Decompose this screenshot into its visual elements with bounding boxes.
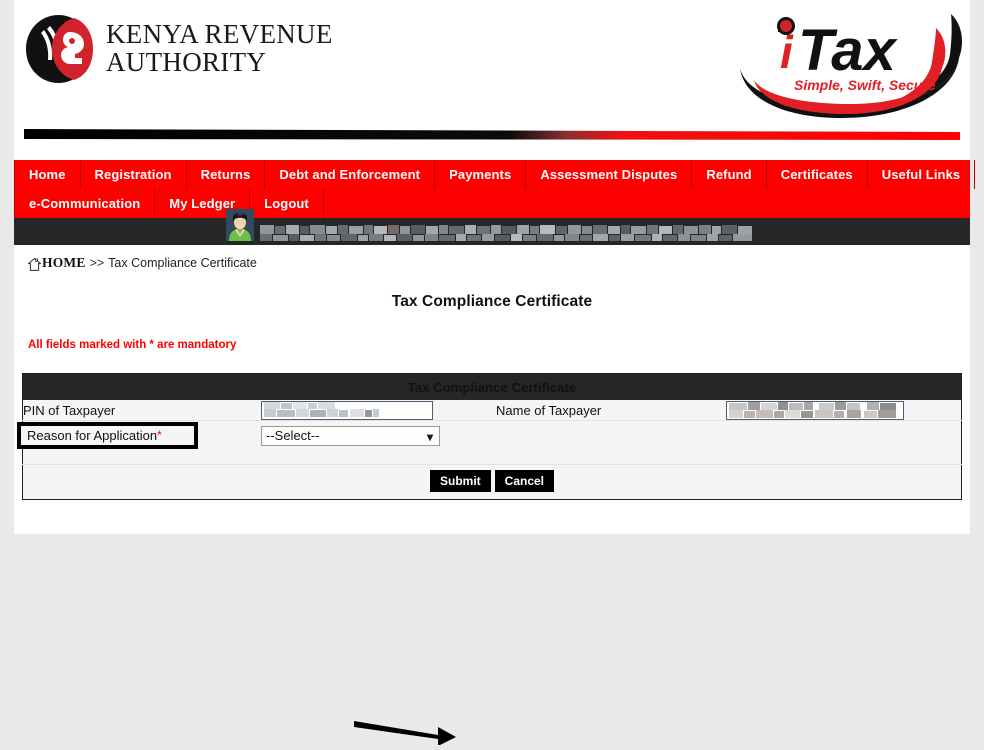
name-of-taxpayer-label: Name of Taxpayer [496,400,726,421]
nav-row-primary: Home Registration Returns Debt and Enfor… [14,160,976,189]
form-actions-cell: Submit Cancel [22,464,962,500]
svg-text:Simple, Swift, Secure: Simple, Swift, Secure [794,77,936,93]
user-avatar-icon [226,209,254,241]
nav-item-refund[interactable]: Refund [692,160,767,189]
tcc-form-table: Tax Compliance Certificate PIN of Taxpay… [17,373,962,500]
cancel-button[interactable]: Cancel [494,470,555,492]
nav-label: e-Communication [29,196,141,211]
nav-item-returns[interactable]: Returns [187,160,266,189]
nav-label: Returns [200,167,251,182]
reason-row-spacer-left [496,421,726,451]
nav-item-debt-and-enforcement[interactable]: Debt and Enforcement [265,160,436,189]
nav-item-e-communication[interactable]: e-Communication [14,189,156,218]
mandatory-fields-note: All fields marked with * are mandatory [28,339,237,351]
nav-item-useful-links[interactable]: Useful Links [868,160,976,189]
main-content: HOME >> Tax Compliance Certificate Tax C… [14,245,970,746]
site-header: KENYA REVENUE AUTHORITY i Tax Simple, Sw… [14,0,970,160]
nav-label: Home [29,167,66,182]
nav-item-assessment-disputes[interactable]: Assessment Disputes [526,160,693,189]
submit-button[interactable]: Submit [429,470,491,492]
nav-item-logout[interactable]: Logout [250,189,324,218]
nav-label: Registration [94,167,172,182]
breadcrumb-home-link[interactable]: HOME [42,255,86,271]
breadcrumb: HOME >> Tax Compliance Certificate [14,245,970,271]
nav-label: Certificates [780,167,853,182]
nav-label: Refund [706,167,752,182]
nav-label: Assessment Disputes [540,167,678,182]
breadcrumb-current: Tax Compliance Certificate [108,256,257,270]
table-row-reason: Reason for Application* --Select-- ▾ [17,421,962,451]
home-icon [27,257,42,271]
page-title: Tax Compliance Certificate [391,293,593,310]
chevron-down-icon: ▾ [426,429,433,444]
pin-of-taxpayer-input[interactable] [261,400,433,420]
nav-item-payments[interactable]: Payments [435,160,527,189]
nav-item-registration[interactable]: Registration [81,160,187,189]
nav-item-home[interactable]: Home [14,160,81,189]
header-divider-band [24,126,960,142]
reason-for-application-highlight: Reason for Application* [17,422,198,449]
name-of-taxpayer-field-cell [726,400,962,421]
form-section-title: Tax Compliance Certificate [22,373,962,400]
nav-row-secondary: e-Communication My Ledger Logout [14,189,970,218]
table-spacer-cell [22,450,962,465]
table-spacer-row [22,450,962,465]
arrow-annotation-icon [352,715,462,746]
reason-for-application-label-cell: Reason for Application* [17,421,262,451]
nav-label: Debt and Enforcement [279,167,421,182]
form-section-header-row: Tax Compliance Certificate [22,373,962,400]
main-navigation: Home Registration Returns Debt and Enfor… [14,160,976,218]
reason-for-application-select[interactable]: --Select-- ▾ [261,425,440,446]
nav-label: Payments [449,167,512,182]
pin-of-taxpayer-label: PIN of Taxpayer [22,400,261,421]
reason-row-spacer-right [726,421,962,451]
itax-logo: i Tax Simple, Swift, Secure [726,2,966,120]
kra-line-2: AUTHORITY [106,47,267,77]
pin-of-taxpayer-field-cell [261,400,496,421]
username-redacted [260,224,760,241]
breadcrumb-separator: >> [89,256,105,270]
nav-label: Useful Links [881,167,961,182]
reason-for-application-selected-value: --Select-- [266,428,320,443]
reason-for-application-label: Reason for Application [27,428,158,443]
reason-for-application-field-cell: --Select-- ▾ [261,421,496,451]
user-status-bar [14,209,970,245]
kra-line-1: KENYA REVENUE [106,19,333,50]
kra-logo: KENYA REVENUE AUTHORITY [22,12,333,86]
table-row-pin: PIN of Taxpayer Name of Taxpayer [22,400,962,421]
kra-wordmark: KENYA REVENUE AUTHORITY [106,21,333,76]
svg-text:Tax: Tax [798,18,899,83]
kra-lion-emblem-icon [22,12,96,86]
nav-item-certificates[interactable]: Certificates [767,160,868,189]
name-of-taxpayer-input[interactable] [726,400,904,420]
form-actions-row: Submit Cancel [22,464,962,500]
page-root: KENYA REVENUE AUTHORITY i Tax Simple, Sw… [14,0,976,746]
nav-label: Logout [264,196,309,211]
required-asterisk: * [157,428,162,442]
